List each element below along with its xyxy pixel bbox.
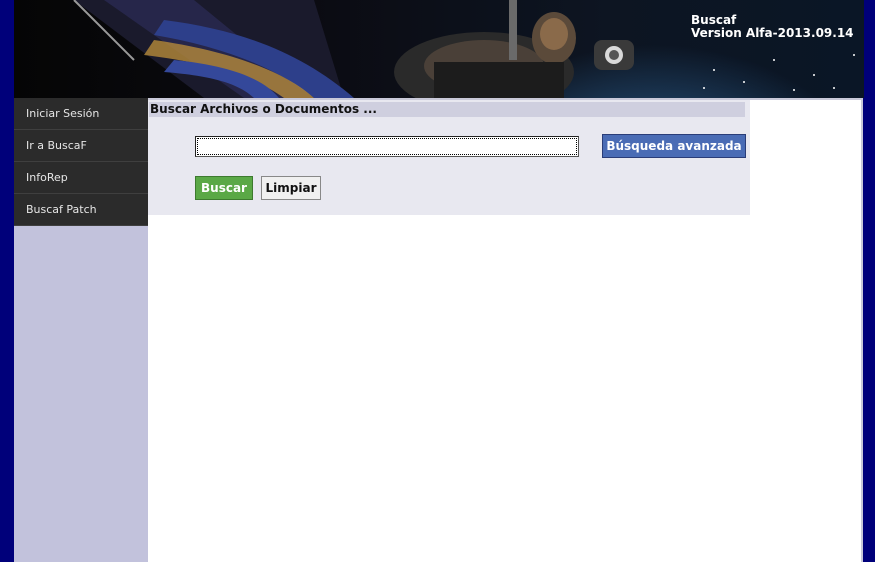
app-version: Version Alfa-2013.09.14 bbox=[691, 26, 854, 40]
sidebar-nav: Iniciar Sesión Ir a BuscaF InfoRep Busca… bbox=[14, 98, 148, 562]
sidebar-item-inforep[interactable]: InfoRep bbox=[14, 162, 148, 194]
clear-button[interactable]: Limpiar bbox=[261, 176, 321, 200]
sidebar-item-iniciar-sesion[interactable]: Iniciar Sesión bbox=[14, 98, 148, 130]
sidebar-item-buscaf-patch[interactable]: Buscaf Patch bbox=[14, 194, 148, 226]
main-content: Buscar Archivos o Documentos ... Búsqued… bbox=[148, 98, 863, 562]
sidebar-item-ir-a-buscaf[interactable]: Ir a BuscaF bbox=[14, 130, 148, 162]
app-title: Buscaf Version Alfa-2013.09.14 bbox=[691, 14, 854, 40]
search-input[interactable] bbox=[195, 136, 579, 157]
app-name: Buscaf bbox=[691, 13, 737, 27]
advanced-search-button[interactable]: Búsqueda avanzada bbox=[602, 134, 746, 158]
search-panel: Buscar Archivos o Documentos ... Búsqued… bbox=[148, 100, 750, 215]
search-button[interactable]: Buscar bbox=[195, 176, 253, 200]
header-banner: Buscaf Version Alfa-2013.09.14 bbox=[14, 0, 864, 98]
page-border-right bbox=[863, 98, 875, 562]
search-panel-title: Buscar Archivos o Documentos ... bbox=[149, 102, 745, 117]
